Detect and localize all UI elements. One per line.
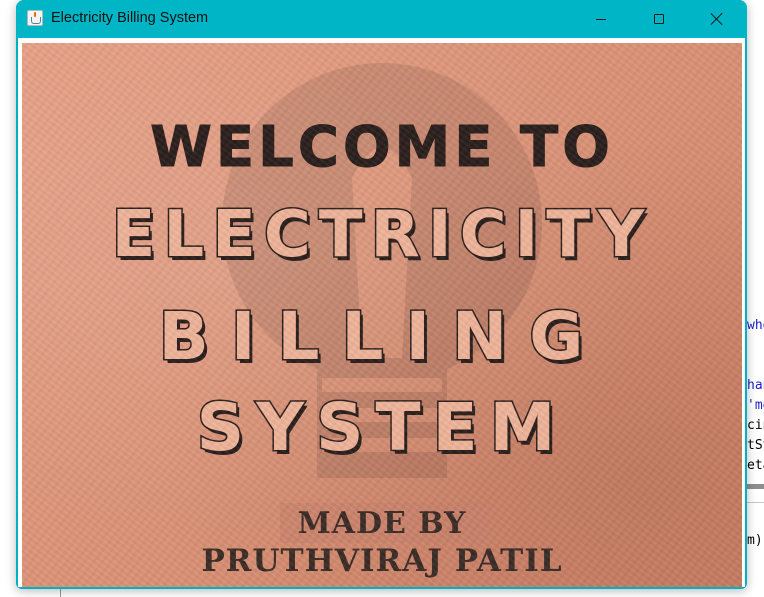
background-code-line: whe <box>747 318 764 333</box>
window-content: WELCOME TO ELECTRICITY BILLING SYSTEM MA… <box>18 38 745 587</box>
background-divider <box>747 502 764 503</box>
background-code-line: tSt <box>747 438 764 453</box>
java-app-icon[interactable] <box>27 10 43 26</box>
background-code-line: han <box>747 378 764 393</box>
minimize-button[interactable] <box>572 0 630 38</box>
electricity-heading: ELECTRICITY <box>110 197 653 274</box>
made-by-label: MADE BY <box>297 506 467 541</box>
window-title: Electricity Billing System <box>51 10 209 26</box>
background-code-line: eta <box>747 458 764 473</box>
splash-image: WELCOME TO ELECTRICITY BILLING SYSTEM MA… <box>22 43 742 587</box>
maximize-button[interactable] <box>630 0 688 38</box>
background-divider <box>60 588 61 597</box>
maximize-icon <box>654 14 664 24</box>
welcome-heading: WELCOME TO <box>150 115 614 181</box>
minimize-icon <box>596 18 606 20</box>
app-window: Electricity Billing System WELCOME TO EL… <box>16 0 747 589</box>
background-code-line: m) <box>747 533 763 548</box>
title-bar[interactable]: Electricity Billing System <box>16 0 747 38</box>
close-icon <box>710 12 724 26</box>
background-scrollbar[interactable] <box>747 484 764 489</box>
close-button[interactable] <box>688 0 746 38</box>
author-name: PRUTHVIRAJ PATIL <box>201 543 563 579</box>
billing-heading: BILLING <box>157 297 606 377</box>
system-heading: SYSTEM <box>195 388 568 468</box>
background-code-line: cin <box>747 418 764 433</box>
background-code-line: 'mo <box>747 398 764 413</box>
